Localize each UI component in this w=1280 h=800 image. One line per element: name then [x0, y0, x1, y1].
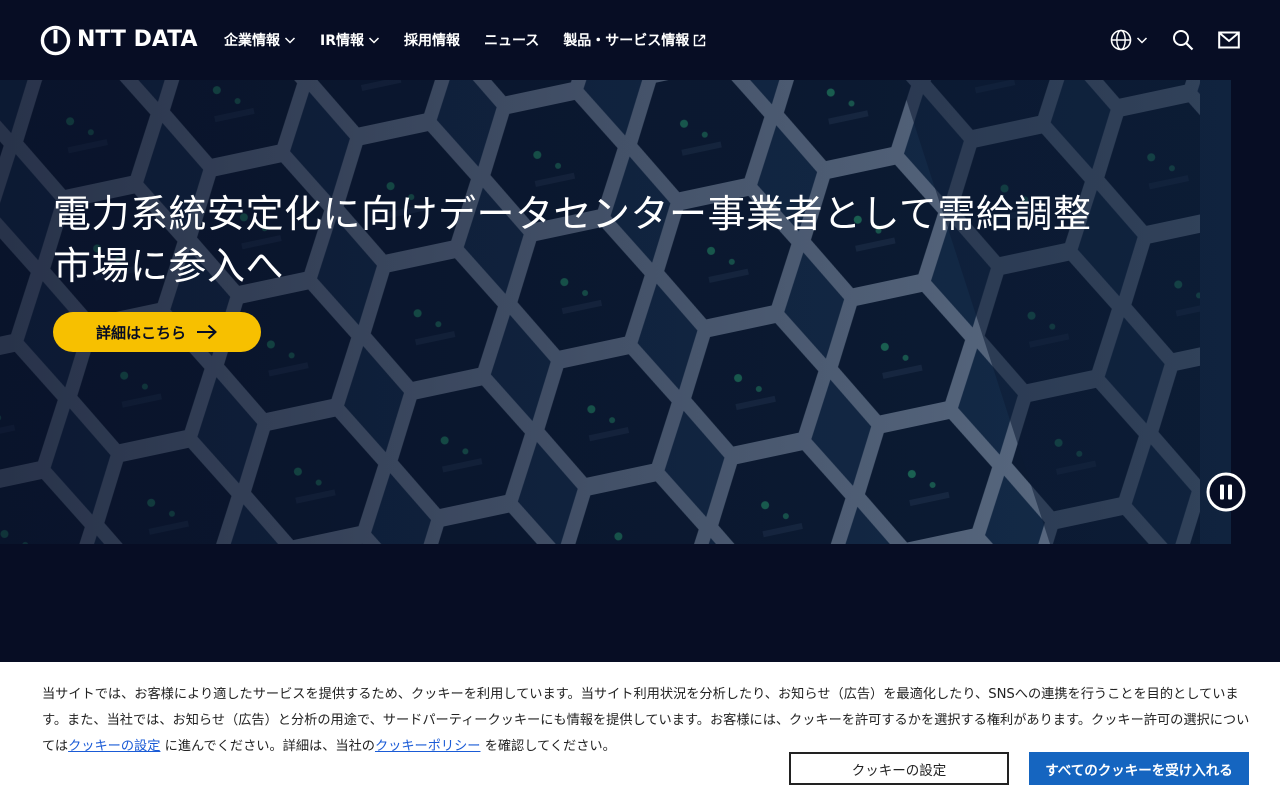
mail-icon[interactable] [1218, 31, 1240, 49]
chevron-down-icon [1136, 37, 1148, 44]
hero-slider: 電力系統安定化に向けデータセンター事業者として需給調整市場に参入へ 詳細はこちら [0, 80, 1231, 544]
cookie-notice-text: 当サイトでは、お客様により適したサービスを提供するため、クッキーを利用しています… [42, 682, 1258, 760]
nav-item-label: 製品・サービス情報 [563, 33, 690, 49]
ntt-data-logo-icon [40, 25, 71, 55]
external-link-icon [694, 34, 706, 46]
cookie-text-part3: を確認してください。 [484, 739, 616, 754]
hero-title: 電力系統安定化に向けデータセンター事業者として需給調整市場に参入へ [53, 192, 1092, 288]
nav-item-news[interactable]: ニュース [484, 30, 539, 50]
main-nav: 企業情報 IR情報 採用情報 ニュース 製品・サービス情報 [224, 30, 730, 50]
site-logo[interactable]: NTT DATA [40, 24, 198, 56]
cookie-settings-button[interactable]: クッキーの設定 [789, 752, 1009, 785]
arrow-right-icon [197, 324, 217, 340]
nav-item-recruit[interactable]: 採用情報 [404, 30, 460, 50]
nav-item-ir[interactable]: IR情報 [320, 30, 380, 50]
cookie-policy-link[interactable]: クッキーポリシー [375, 739, 481, 754]
pause-icon[interactable] [1206, 472, 1246, 512]
nav-item-label: ニュース [484, 33, 540, 49]
header-actions [1110, 26, 1240, 54]
nav-item-label: 企業情報 [224, 33, 280, 49]
globe-icon [1110, 29, 1132, 51]
hero-details-button[interactable]: 詳細はこちら [53, 312, 261, 352]
logo-text: NTT DATA [77, 27, 198, 52]
cookie-text-part2: に進んでください。詳細は、当社の [164, 739, 375, 754]
search-icon[interactable] [1172, 29, 1194, 51]
nav-item-label: 採用情報 [404, 33, 460, 49]
chevron-down-icon [284, 37, 296, 44]
nav-item-label: IR情報 [320, 33, 364, 49]
nav-item-company[interactable]: 企業情報 [224, 30, 296, 50]
nav-item-products[interactable]: 製品・サービス情報 [563, 30, 706, 50]
chevron-down-icon [368, 37, 380, 44]
site-header: NTT DATA 企業情報 IR情報 採用情報 ニュース 製品・サービス情報 [0, 0, 1280, 80]
hero-cta-label: 詳細はこちら [95, 323, 186, 342]
cookie-banner: 当サイトでは、お客様により適したサービスを提供するため、クッキーを利用しています… [0, 662, 1280, 800]
accept-all-cookies-button[interactable]: すべてのクッキーを受け入れる [1029, 752, 1249, 785]
cookie-settings-link[interactable]: クッキーの設定 [68, 739, 160, 754]
language-button[interactable] [1110, 29, 1148, 51]
